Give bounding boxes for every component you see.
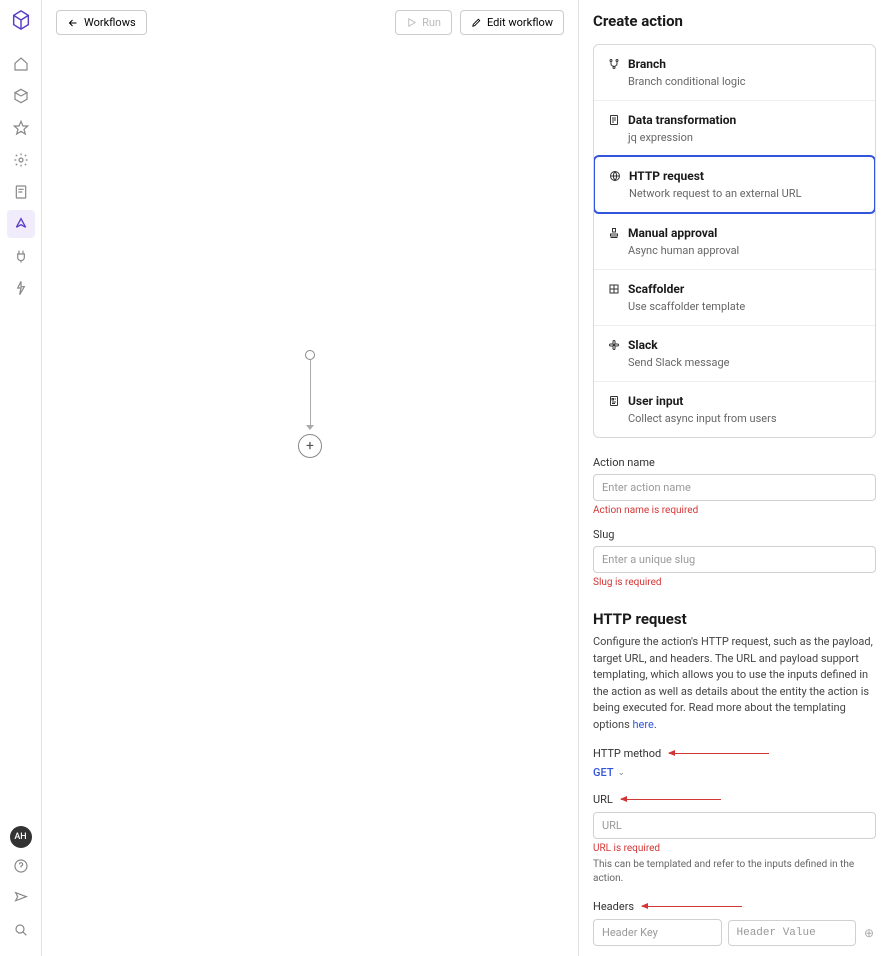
slug-label: Slug: [593, 528, 876, 541]
annotation-arrow: [669, 753, 769, 754]
action-type-title: Scaffolder: [628, 282, 684, 296]
nav-activity[interactable]: [7, 274, 35, 302]
action-type-user-input[interactable]: User input Collect async input from users: [594, 381, 875, 437]
action-name-label: Action name: [593, 456, 876, 469]
action-type-list: Branch Branch conditional logic Data trans…: [593, 44, 876, 438]
app-logo[interactable]: [9, 8, 33, 32]
start-node[interactable]: [305, 350, 315, 360]
action-type-title: Manual approval: [628, 226, 717, 240]
action-type-manual-approval[interactable]: Manual approval Async human approval: [594, 213, 875, 269]
nav-sidebar: AH: [0, 0, 42, 956]
nav-search[interactable]: [7, 916, 35, 944]
nav-docs[interactable]: [7, 178, 35, 206]
slack-icon: [608, 339, 620, 351]
panel-title: Create action: [593, 12, 876, 30]
back-label: Workflows: [84, 16, 136, 29]
url-error: URL is required: [593, 843, 876, 854]
action-type-title: Branch: [628, 57, 666, 71]
edit-label: Edit workflow: [487, 16, 553, 29]
branch-icon: [608, 58, 620, 70]
http-method-label: HTTP method: [593, 747, 661, 760]
http-section-title: HTTP request: [593, 610, 876, 628]
chevron-down-icon: ⌄: [618, 768, 626, 778]
nav-home[interactable]: [7, 50, 35, 78]
action-type-desc: Async human approval: [628, 244, 861, 257]
action-type-desc: Branch conditional logic: [628, 75, 861, 88]
data-icon: [608, 114, 620, 126]
annotation-arrow: [642, 906, 742, 907]
add-header-button[interactable]: ⊕: [862, 926, 876, 940]
play-icon: [406, 17, 417, 28]
action-name-input[interactable]: [593, 474, 876, 501]
action-type-title: HTTP request: [629, 169, 704, 183]
nav-favorites[interactable]: [7, 114, 35, 142]
templating-docs-link[interactable]: here: [632, 718, 653, 731]
url-label: URL: [593, 793, 613, 806]
back-to-workflows-button[interactable]: Workflows: [56, 10, 147, 35]
globe-icon: [609, 170, 621, 182]
action-type-desc: Send Slack message: [628, 356, 861, 369]
pencil-icon: [471, 17, 482, 28]
edit-workflow-button[interactable]: Edit workflow: [460, 10, 564, 35]
url-hint: This can be templated and refer to the i…: [593, 858, 876, 886]
action-type-title: Slack: [628, 338, 658, 352]
run-label: Run: [422, 16, 441, 29]
nav-catalog[interactable]: [7, 82, 35, 110]
connector-line: [310, 360, 311, 426]
header-value-input[interactable]: [728, 920, 857, 946]
workflow-graph: +: [298, 350, 322, 458]
stamp-icon: [608, 227, 620, 239]
http-section-desc: Configure the action's HTTP request, suc…: [593, 634, 876, 733]
action-type-data-transformation[interactable]: Data transformation jq expression: [594, 100, 875, 156]
action-type-http-request[interactable]: HTTP request Network request to an extern…: [593, 155, 876, 214]
arrow-tip: [306, 425, 314, 430]
http-method-value: GET: [593, 766, 614, 779]
add-step-button[interactable]: +: [298, 434, 322, 458]
canvas-toolbar: Workflows Run Edit workflow: [56, 10, 564, 35]
url-input[interactable]: [593, 812, 876, 839]
action-type-slack[interactable]: Slack Send Slack message: [594, 325, 875, 381]
nav-workflows[interactable]: [7, 210, 35, 238]
action-name-error: Action name is required: [593, 505, 876, 516]
grid-icon: [608, 283, 620, 295]
http-method-select[interactable]: GET ⌄: [593, 766, 876, 779]
workflow-canvas[interactable]: Workflows Run Edit workflow +: [42, 0, 578, 956]
user-avatar[interactable]: AH: [10, 826, 32, 848]
nav-settings[interactable]: [7, 146, 35, 174]
action-type-title: User input: [628, 394, 683, 408]
arrow-left-icon: [67, 17, 79, 29]
action-type-desc: jq expression: [628, 131, 861, 144]
nav-help[interactable]: [7, 852, 35, 880]
create-action-panel: Create action Branch Branch conditional l…: [578, 0, 890, 956]
action-type-title: Data transformation: [628, 113, 736, 127]
action-type-branch[interactable]: Branch Branch conditional logic: [594, 45, 875, 100]
run-button: Run: [395, 10, 452, 35]
headers-label: Headers: [593, 900, 634, 913]
nav-feedback[interactable]: [7, 884, 35, 912]
form-icon: [608, 395, 620, 407]
header-key-input[interactable]: [593, 919, 722, 946]
slug-error: Slug is required: [593, 577, 876, 588]
action-type-desc: Use scaffolder template: [628, 300, 861, 313]
annotation-arrow: [621, 799, 721, 800]
action-type-scaffolder[interactable]: Scaffolder Use scaffolder template: [594, 269, 875, 325]
action-type-desc: Collect async input from users: [628, 412, 861, 425]
slug-input[interactable]: [593, 546, 876, 573]
action-type-desc: Network request to an external URL: [629, 187, 860, 200]
nav-plugins[interactable]: [7, 242, 35, 270]
